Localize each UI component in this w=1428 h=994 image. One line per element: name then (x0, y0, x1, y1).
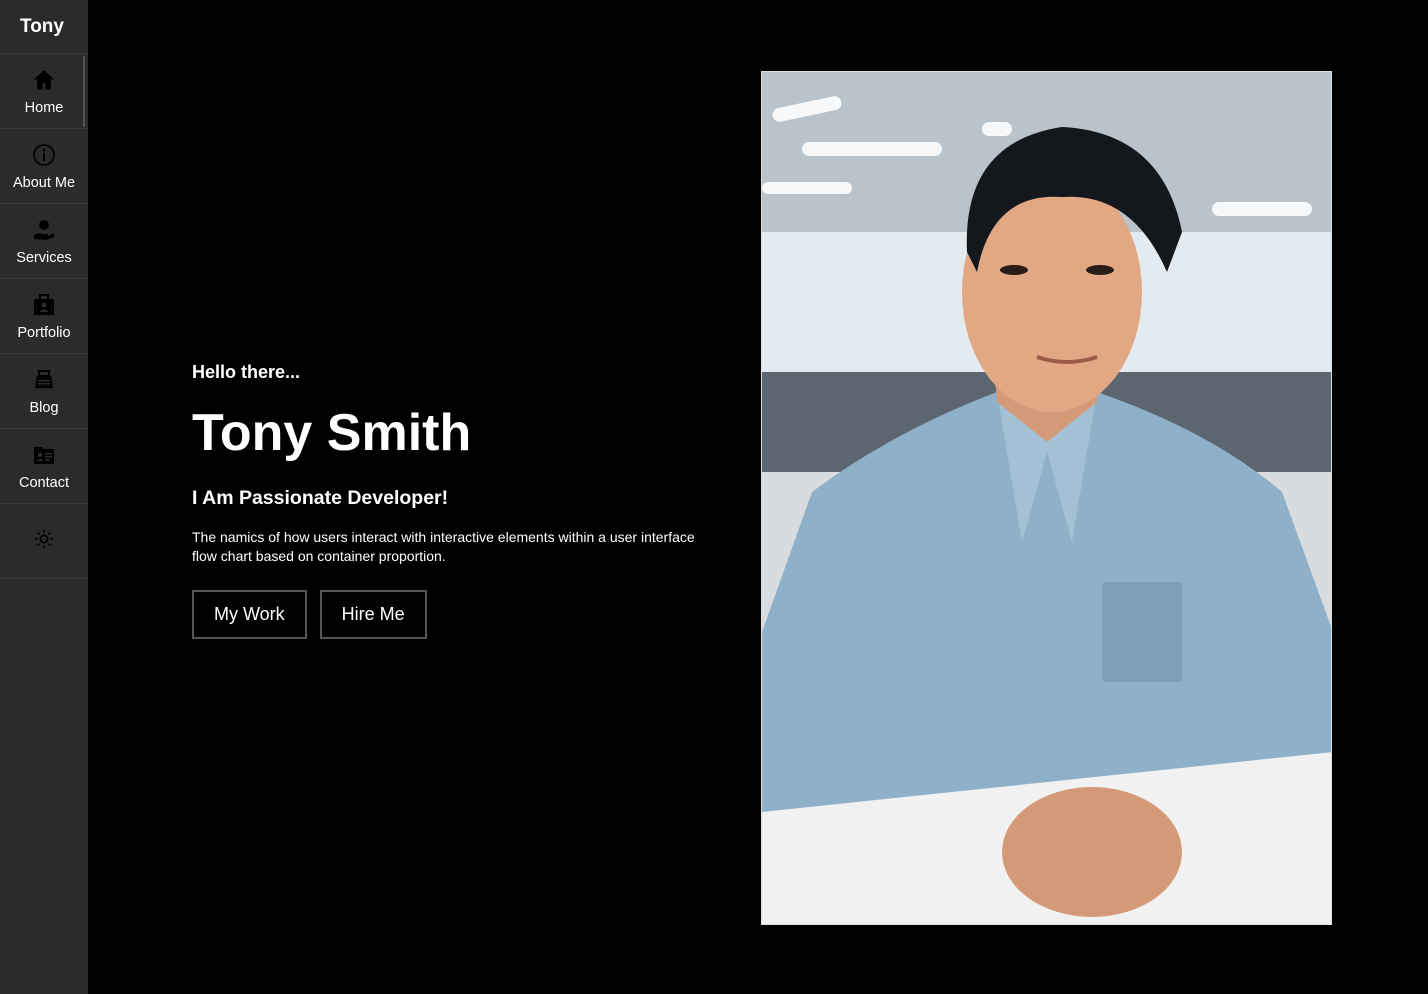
blog-icon (31, 367, 57, 393)
greeting-text: Hello there... (192, 362, 301, 382)
sidebar-nav: Home About Me Services Portfolio Blog Co… (0, 54, 88, 579)
sidebar-item-label: About Me (12, 174, 76, 191)
sun-icon (33, 528, 55, 555)
sidebar-item-services[interactable]: Services (0, 204, 88, 279)
my-work-button[interactable]: My Work (192, 590, 307, 639)
sidebar-item-contact[interactable]: Contact (0, 429, 88, 504)
services-icon (31, 217, 57, 243)
sidebar-item-about-me[interactable]: About Me (0, 129, 88, 204)
sidebar-item-label: Home (24, 99, 64, 116)
contact-icon (31, 442, 57, 468)
sidebar-item-blog[interactable]: Blog (0, 354, 88, 429)
brand-logo[interactable]: Tony (0, 0, 88, 54)
hero-actions: My Work Hire Me (192, 590, 722, 639)
portfolio-icon (31, 292, 57, 318)
hero-section: Hello there... Tony Smith I Am Passionat… (192, 362, 722, 639)
sidebar-item-label: Blog (29, 399, 59, 416)
theme-toggle-button[interactable] (0, 504, 88, 579)
hero-description: The namics of how users interact with in… (192, 529, 695, 564)
info-icon (31, 142, 57, 168)
hire-me-button[interactable]: Hire Me (319, 590, 427, 639)
hero-name: Tony Smith (192, 404, 472, 462)
sidebar-item-label: Contact (19, 474, 69, 491)
sidebar-item-label: Portfolio (17, 324, 71, 341)
sidebar-item-home[interactable]: Home (0, 54, 88, 129)
sidebar-item-portfolio[interactable]: Portfolio (0, 279, 88, 354)
sidebar-item-label: Services (16, 249, 72, 266)
hero-tagline: I Am Passionate Developer! (192, 487, 449, 509)
sidebar: Tony Home About Me Services Portfolio Bl… (0, 0, 88, 994)
home-icon (31, 67, 57, 93)
profile-photo (761, 71, 1332, 925)
